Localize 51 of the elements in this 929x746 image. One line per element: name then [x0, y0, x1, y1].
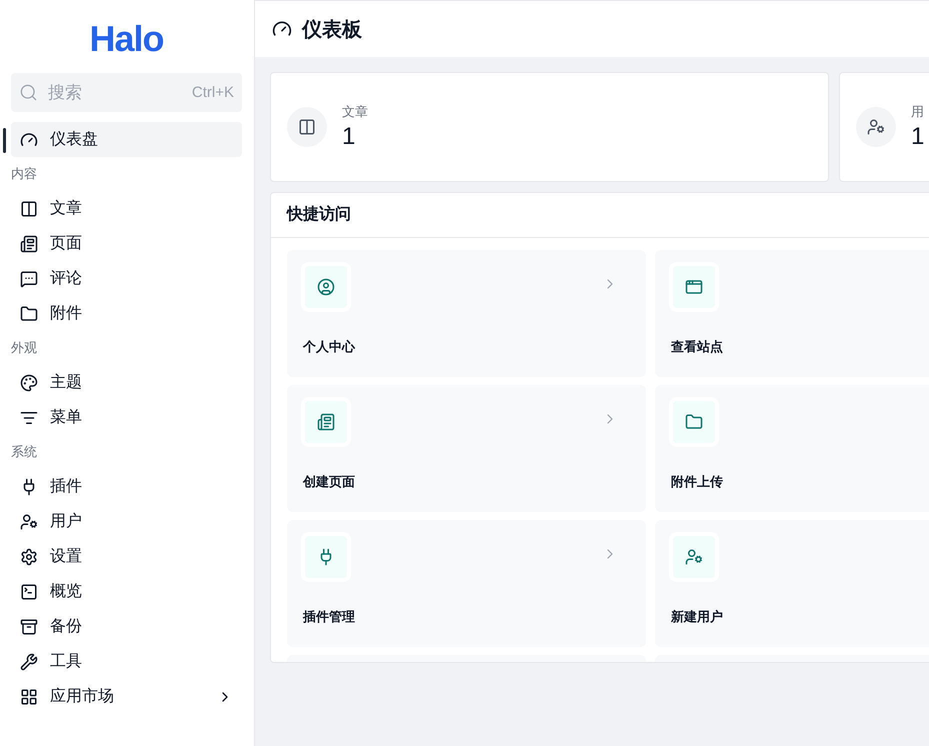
nav-item[interactable]: 概览	[11, 574, 242, 609]
user-gear-icon	[669, 532, 719, 582]
nav-item[interactable]: 页面	[11, 226, 242, 261]
stat-label: 文章	[342, 103, 368, 121]
nav-item[interactable]: 附件	[11, 296, 242, 331]
panel-icon	[287, 107, 327, 147]
panel-title: 快捷访问	[271, 193, 929, 238]
nav-item[interactable]: 设置	[11, 539, 242, 574]
search-icon	[19, 83, 38, 102]
panel-icon	[20, 200, 38, 218]
section-title: 系统	[11, 443, 38, 461]
stat-label: 用	[911, 103, 924, 121]
folder-icon	[20, 304, 38, 322]
tools-icon	[20, 652, 38, 670]
settings-icon	[20, 548, 38, 566]
nav-item[interactable]: 插件	[11, 469, 242, 504]
nav-item[interactable]: 菜单	[11, 400, 242, 435]
user-gear-icon	[20, 512, 38, 530]
nav-item[interactable]: 工具	[11, 644, 242, 679]
grid-icon	[20, 688, 38, 706]
active-indicator	[3, 128, 6, 153]
page-icon	[301, 397, 351, 447]
section-title: 内容	[11, 165, 38, 183]
user-gear-icon	[856, 107, 896, 147]
palette-icon	[20, 374, 38, 392]
section-title: 外观	[11, 339, 38, 357]
gauge-icon	[20, 130, 38, 148]
folder-icon	[669, 397, 719, 447]
stat-value: 1	[911, 123, 924, 151]
quick-access-tile[interactable]: 创建页面	[287, 385, 646, 512]
quick-access-tile[interactable]: 新建用户	[655, 520, 929, 647]
quick-access-tile[interactable]: 附件上传	[655, 385, 929, 512]
nav-item[interactable]: 主题	[11, 365, 242, 400]
drawer-icon	[20, 618, 38, 636]
quick-access-tile[interactable]: 个人中心	[287, 250, 646, 377]
nav-item[interactable]: 文章	[11, 191, 242, 226]
nav-item[interactable]: 用户	[11, 504, 242, 539]
nav-item[interactable]: 备份	[11, 609, 242, 644]
chat-icon	[20, 270, 38, 288]
shortcut-hint: Ctrl+K	[192, 84, 234, 101]
browser-window-icon	[669, 262, 719, 312]
page-title: 仪表板	[302, 18, 362, 42]
quick-access-tile[interactable]: 查看站点	[655, 250, 929, 377]
page-icon	[20, 234, 38, 252]
terminal-icon	[20, 582, 38, 600]
nav-item[interactable]: 应用市场	[11, 679, 242, 714]
plug-icon	[301, 532, 351, 582]
halo-logo: Halo	[88, 17, 164, 61]
nav-item[interactable]: 评论	[11, 261, 242, 296]
quick-access-tile[interactable]: 插件管理	[287, 520, 646, 647]
stat-value: 1	[342, 123, 356, 151]
